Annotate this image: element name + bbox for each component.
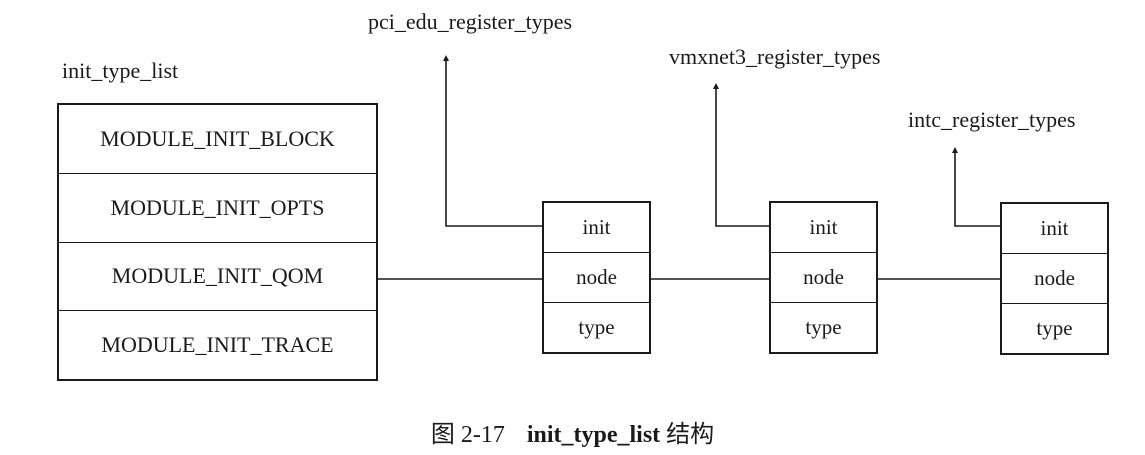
module-entry-box-2: init node type xyxy=(769,201,878,354)
figure-caption: 图 2-17 init_type_list 结构 xyxy=(0,414,1145,449)
field-type: type xyxy=(805,315,842,339)
caption-suffix: 结构 xyxy=(660,422,715,448)
field-init: init xyxy=(771,203,876,253)
field-init: init xyxy=(544,203,649,253)
field-node: node xyxy=(771,253,876,303)
init-pointer-3 xyxy=(952,147,1000,227)
init-pointer-2 xyxy=(713,83,769,227)
field-type: type xyxy=(578,315,615,339)
field-node: node xyxy=(1002,254,1107,304)
module-entry-box-3: init node type xyxy=(1000,202,1109,355)
module-entry-box-1: init node type xyxy=(542,201,651,354)
field-init: init xyxy=(1002,204,1107,254)
field-type: type xyxy=(1036,316,1073,340)
caption-name: init_type_list xyxy=(526,422,661,448)
caption-number: 图 2-17 xyxy=(430,422,505,448)
init-pointer-1 xyxy=(443,55,542,227)
field-node: node xyxy=(544,253,649,303)
